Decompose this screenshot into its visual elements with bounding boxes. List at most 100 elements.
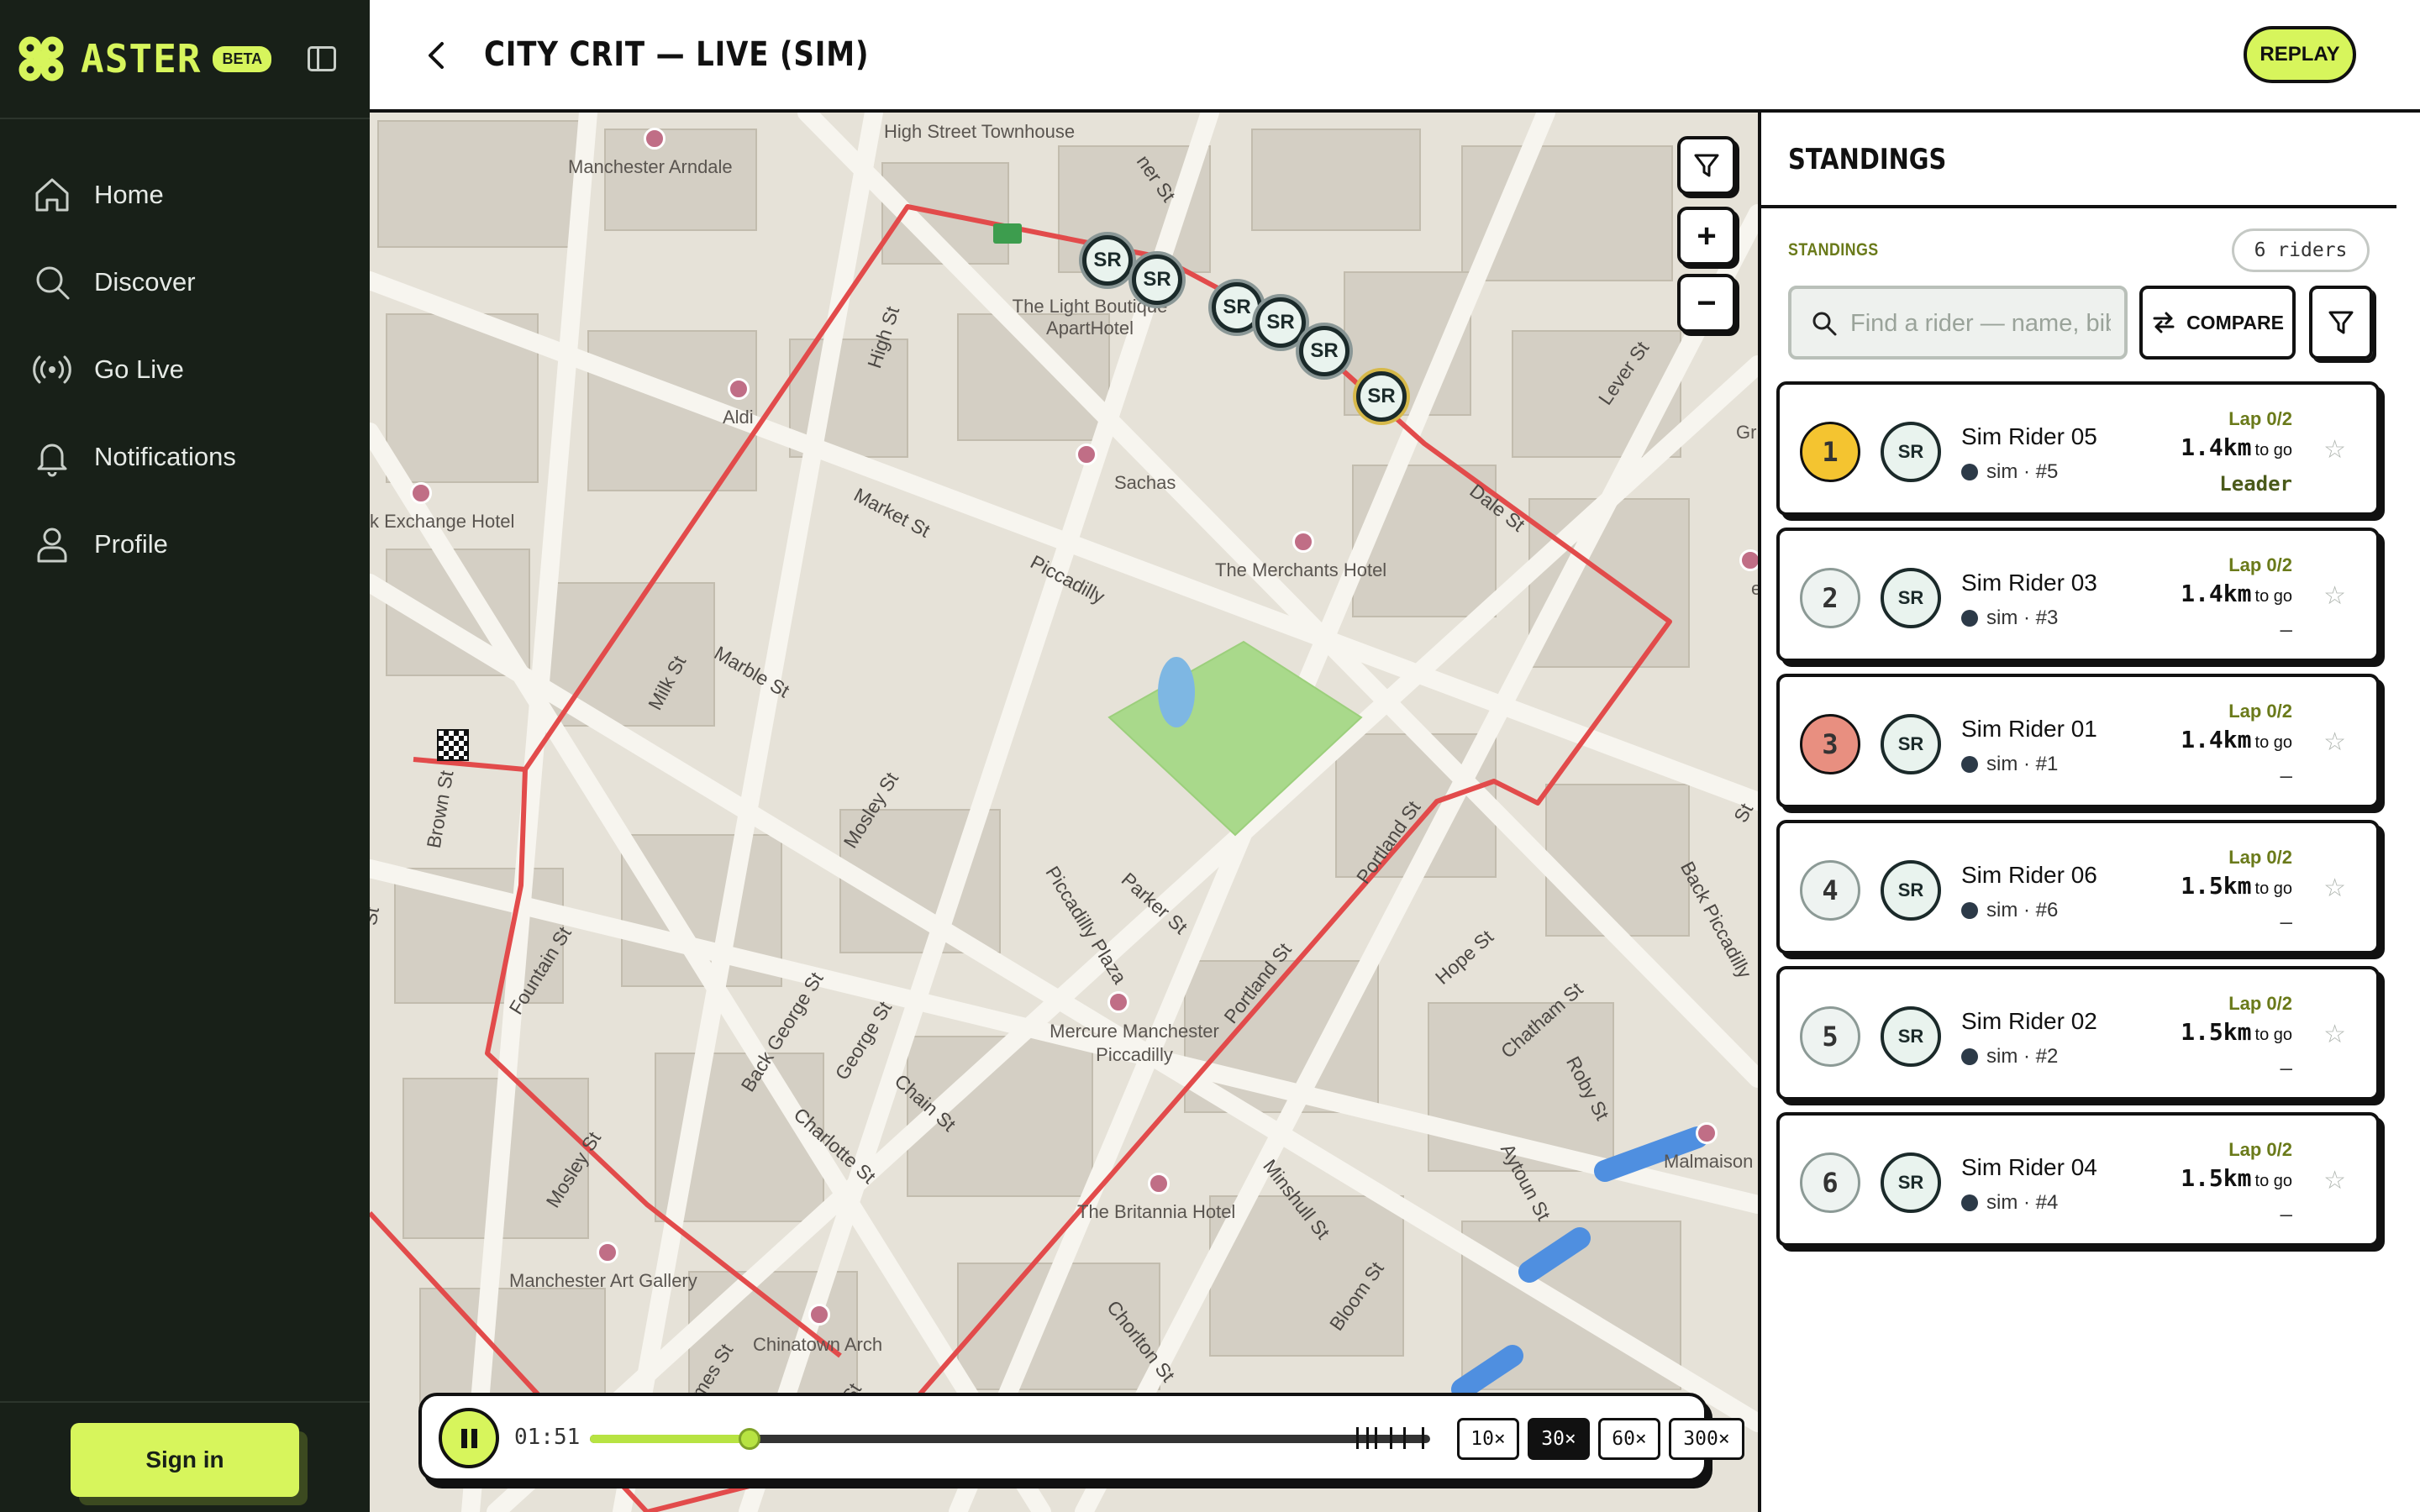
speed-10x-button[interactable]: 10× <box>1457 1418 1519 1460</box>
distance-to-go: 1.4km to go <box>2181 580 2292 607</box>
leader-marker[interactable]: SR <box>1356 371 1407 422</box>
poi-marker[interactable] <box>1107 991 1129 1013</box>
rider-name: Sim Rider 02 <box>1961 1008 2097 1034</box>
lap-count: Lap 0/2 <box>2228 1139 2292 1160</box>
map-place-label: Chinatown Arch <box>753 1334 883 1355</box>
nav-label-notifications: Notifications <box>94 442 236 471</box>
scrubber-handle[interactable] <box>739 1428 760 1450</box>
gap-status: — <box>2280 1057 2292 1080</box>
distance-unit: to go <box>2254 1172 2292 1190</box>
rider-name: Sim Rider 06 <box>1961 862 2097 888</box>
poi-marker[interactable] <box>1292 531 1314 553</box>
star-icon[interactable]: ☆ <box>2323 581 2346 611</box>
rider-bib: sim · #6 <box>1961 899 2058 922</box>
poi-marker[interactable] <box>410 482 432 504</box>
poi-marker[interactable] <box>597 1242 618 1263</box>
filter-icon <box>2328 311 2354 334</box>
gap-status: — <box>2280 764 2292 788</box>
sign-in-button[interactable]: Sign in <box>71 1423 299 1497</box>
playback-time: 01:51 <box>514 1425 581 1450</box>
poi-marker[interactable] <box>728 378 750 400</box>
map-place-label: Malmaison <box>1664 1151 1754 1172</box>
back-arrow-icon[interactable] <box>420 39 454 72</box>
star-icon[interactable]: ☆ <box>2323 435 2346 465</box>
map-place-label: easyH <box>1751 578 1758 599</box>
star-icon[interactable]: ☆ <box>2323 1166 2346 1195</box>
rider-bib-text: sim · #5 <box>1986 460 2059 483</box>
distance-unit: to go <box>2254 587 2292 606</box>
nav-item-discover[interactable]: Discover <box>32 239 236 326</box>
brand[interactable]: ASTER BETA <box>17 32 272 86</box>
rider-marker[interactable]: SR <box>1212 282 1262 333</box>
pause-button[interactable] <box>439 1408 499 1468</box>
race-map[interactable]: Manchester Arndale High Street Townhouse… <box>370 113 1758 1512</box>
team-dot-icon <box>1961 610 1978 627</box>
lap-count: Lap 0/2 <box>2228 847 2292 868</box>
nav-item-go-live[interactable]: Go Live <box>32 326 236 413</box>
event-tick <box>1375 1427 1377 1449</box>
poi-marker[interactable] <box>1696 1122 1718 1144</box>
rider-bib-text: sim · #1 <box>1986 753 2059 775</box>
distance-to-go: 1.5km to go <box>2181 1164 2292 1192</box>
rider-search[interactable] <box>1788 286 2128 360</box>
map-place-label: Manchester Art Gallery <box>509 1270 697 1291</box>
rank-badge: 2 <box>1800 568 1860 628</box>
rider-marker[interactable]: SR <box>1082 235 1133 286</box>
main-nav: Home Discover Go Live Notifications Prof… <box>32 151 236 588</box>
distance-unit: to go <box>2254 441 2292 459</box>
avatar: SR <box>1881 568 1941 628</box>
distance-unit: to go <box>2254 1026 2292 1044</box>
star-icon[interactable]: ☆ <box>2323 874 2346 903</box>
poi-marker[interactable] <box>644 128 666 150</box>
poi-marker[interactable] <box>808 1304 830 1326</box>
nav-item-home[interactable]: Home <box>32 151 236 239</box>
speed-30x-button[interactable]: 30× <box>1528 1418 1590 1460</box>
poi-marker[interactable] <box>1148 1173 1170 1194</box>
sidebar-toggle-icon[interactable] <box>308 46 336 71</box>
rider-marker[interactable]: SR <box>1255 297 1306 348</box>
nav-item-profile[interactable]: Profile <box>32 501 236 588</box>
avatar: SR <box>1881 714 1941 774</box>
poi-marker[interactable] <box>1739 549 1758 571</box>
gap-status: — <box>2280 618 2292 642</box>
compare-button[interactable]: COMPARE <box>2139 286 2296 360</box>
map-place-label: Sachas <box>1114 472 1176 493</box>
poi-marker[interactable] <box>1076 444 1097 465</box>
rank-badge: 3 <box>1800 714 1860 774</box>
user-icon <box>37 528 67 563</box>
rider-card[interactable]: 2 SR Sim Rider 03 sim · #3 Lap 0/2 1.4km to go… <box>1776 528 2380 662</box>
lap-count: Lap 0/2 <box>2228 408 2292 429</box>
nav-item-notifications[interactable]: Notifications <box>32 413 236 501</box>
rider-card[interactable]: 6 SR Sim Rider 04 sim · #4 Lap 0/2 1.5km to go… <box>1776 1112 2380 1247</box>
speed-300x-button[interactable]: 300× <box>1669 1418 1744 1460</box>
rider-card[interactable]: 3 SR Sim Rider 01 sim · #1 Lap 0/2 1.4km to go… <box>1776 674 2380 808</box>
rider-search-input[interactable] <box>1850 304 2111 343</box>
avatar: SR <box>1881 1006 1941 1067</box>
speed-60x-button[interactable]: 60× <box>1598 1418 1660 1460</box>
rank-badge: 5 <box>1800 1006 1860 1067</box>
brand-name: ASTER <box>81 36 202 81</box>
playback-scrubber[interactable] <box>590 1427 1430 1450</box>
rider-card[interactable]: 5 SR Sim Rider 02 sim · #2 Lap 0/2 1.5km to go… <box>1776 966 2380 1100</box>
team-dot-icon <box>1961 902 1978 919</box>
replay-button[interactable]: REPLAY <box>2244 26 2356 83</box>
rider-bib-text: sim · #2 <box>1986 1045 2059 1068</box>
search-icon <box>1812 312 1837 336</box>
zoom-out-button[interactable]: − <box>1677 274 1736 333</box>
map-place-label: Manchester Arndale <box>568 156 733 177</box>
avatar: SR <box>1881 1152 1941 1213</box>
divider <box>0 118 370 119</box>
rider-marker[interactable]: SR <box>1132 255 1182 305</box>
map-filter-button[interactable] <box>1677 136 1736 195</box>
nav-label-go-live: Go Live <box>94 354 184 384</box>
map-place-label: The Britannia Hotel <box>1077 1201 1236 1222</box>
standings-filter-button[interactable] <box>2309 286 2373 360</box>
page-title: CITY CRIT — LIVE (SIM) <box>484 35 870 74</box>
star-icon[interactable]: ☆ <box>2323 1020 2346 1049</box>
zoom-in-button[interactable]: + <box>1677 207 1736 265</box>
rider-marker[interactable]: SR <box>1299 326 1349 376</box>
rider-card[interactable]: 1 SR Sim Rider 05 sim · #5 Lap 0/2 1.4km to go… <box>1776 381 2380 516</box>
rider-card[interactable]: 4 SR Sim Rider 06 sim · #6 Lap 0/2 1.5km to go… <box>1776 820 2380 954</box>
star-icon[interactable]: ☆ <box>2323 727 2346 757</box>
nav-label-home: Home <box>94 180 164 209</box>
